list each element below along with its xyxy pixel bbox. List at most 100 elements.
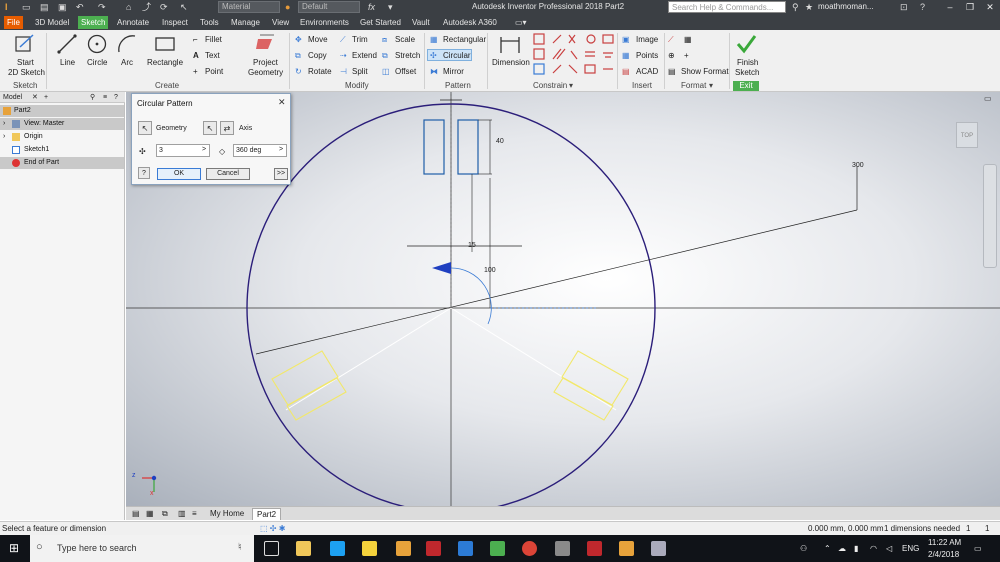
centerline-icon[interactable]: ▦ — [684, 35, 692, 44]
rectangle-label[interactable]: Rectangle — [147, 58, 183, 67]
show-format-label[interactable]: Show Format — [681, 67, 729, 76]
angle-arrow-icon[interactable]: > — [279, 146, 283, 153]
tray-cloud-icon[interactable]: ☁ — [838, 535, 846, 562]
trim-icon[interactable]: ⟋ — [340, 35, 346, 44]
count-arrow-icon[interactable]: > — [202, 146, 206, 153]
status-tools-icons[interactable]: ⬚ ✣ ✱ — [260, 522, 285, 535]
rectangle-icon[interactable] — [154, 33, 176, 55]
network-icon[interactable]: ▮ — [854, 535, 858, 562]
rectangular-pattern-icon[interactable]: ▦ — [430, 35, 438, 44]
taskbar-search-box[interactable]: Type here to search — [30, 535, 254, 562]
tab-my-home[interactable]: My Home — [206, 508, 248, 520]
image-icon[interactable]: ▣ — [622, 35, 630, 44]
arc-icon[interactable] — [116, 33, 138, 55]
circular-pattern-label[interactable]: Circular — [443, 51, 471, 60]
group-title-format[interactable]: Format — [681, 81, 706, 91]
inventor-icon[interactable] — [619, 541, 634, 556]
axis-select-icon[interactable]: ↖ — [203, 121, 217, 135]
start-sketch-label-1[interactable]: Start — [17, 58, 34, 67]
points-icon[interactable]: ▦ — [622, 51, 630, 60]
acad-icon[interactable]: ▤ — [622, 67, 630, 76]
style-combo[interactable]: Default — [298, 1, 360, 13]
constrain-dropdown-icon[interactable]: ▾ — [569, 81, 573, 91]
project-geometry-icon[interactable] — [254, 33, 276, 55]
text-icon[interactable]: A — [193, 51, 199, 60]
more-button[interactable]: >> — [274, 168, 288, 180]
group-title-create[interactable]: Create — [155, 81, 179, 91]
acad-label[interactable]: ACAD — [636, 67, 658, 76]
volume-icon[interactable]: ◁ — [886, 535, 892, 562]
mirror-label[interactable]: Mirror — [443, 67, 464, 76]
line-label[interactable]: Line — [60, 58, 75, 67]
windows-start-icon[interactable]: ⊞ — [9, 541, 19, 555]
tab-tools[interactable]: Tools — [197, 16, 222, 29]
binoculars-icon[interactable]: ⚲ — [792, 1, 799, 13]
browser-add-icon[interactable]: + — [44, 92, 48, 103]
browser-help-icon[interactable]: ? — [114, 92, 118, 103]
app-icon[interactable] — [555, 541, 570, 556]
rotate-icon[interactable]: ↻ — [295, 67, 302, 76]
geometry-select-icon[interactable]: ↖ — [138, 121, 152, 135]
ok-button[interactable]: OK — [157, 168, 201, 180]
project-geometry-label-2[interactable]: Geometry — [248, 68, 283, 77]
dimension-300[interactable]: 300 — [852, 162, 864, 169]
point-icon[interactable]: + — [193, 67, 198, 76]
tab-annotate[interactable]: Annotate — [114, 16, 152, 29]
help-icon[interactable]: ? — [138, 167, 150, 179]
language-indicator[interactable]: ENG — [902, 535, 919, 562]
viewcube[interactable]: TOP — [956, 122, 978, 148]
text-label[interactable]: Text — [205, 51, 220, 60]
copy-icon[interactable]: ⧉ — [295, 51, 301, 60]
trim-label[interactable]: Trim — [352, 35, 368, 44]
app-icon[interactable] — [490, 541, 505, 556]
rotate-label[interactable]: Rotate — [308, 67, 332, 76]
fillet-icon[interactable]: ⌐ — [193, 35, 198, 44]
clock-date[interactable]: 2/4/2018 — [928, 541, 959, 562]
maximize-icon[interactable]: ❐ — [960, 0, 980, 14]
browser-close-icon[interactable]: ✕ — [32, 92, 38, 103]
people-icon[interactable]: ⚇ — [800, 535, 807, 562]
app-icon[interactable] — [651, 541, 666, 556]
split-label[interactable]: Split — [352, 67, 368, 76]
tab-part2[interactable]: Part2 — [252, 508, 282, 520]
mirror-icon[interactable]: ⧓ — [430, 67, 438, 76]
tab-environments[interactable]: Environments — [297, 16, 352, 29]
notifications-icon[interactable]: ▭ — [974, 535, 982, 562]
inventor-logo-icon[interactable]: I — [5, 1, 8, 13]
user-name[interactable]: moathmoman... — [818, 1, 874, 13]
wifi-icon[interactable]: ◠ — [870, 535, 877, 562]
browser-menu-icon[interactable]: ≡ — [103, 92, 107, 103]
fillet-label[interactable]: Fillet — [205, 35, 222, 44]
open-icon[interactable]: ▤ — [40, 1, 49, 13]
tab-get-started[interactable]: Get Started — [357, 16, 404, 29]
point-label[interactable]: Point — [205, 67, 223, 76]
extend-label[interactable]: Extend — [352, 51, 377, 60]
close-window-icon[interactable]: ✕ — [980, 0, 1000, 14]
circle-icon[interactable] — [86, 33, 108, 55]
tab-manage[interactable]: Manage — [228, 16, 263, 29]
app-icon[interactable] — [330, 541, 345, 556]
format-dropdown-icon[interactable]: ▾ — [709, 81, 713, 91]
grid-icon[interactable]: ▦ — [142, 508, 158, 520]
offset-label[interactable]: Offset — [395, 67, 416, 76]
construction-icon[interactable]: ⟋ — [668, 35, 674, 44]
tree-item-view-master[interactable]: › View: Master — [0, 118, 124, 130]
group-title-constrain[interactable]: Constrain — [533, 81, 567, 91]
tab-inspect[interactable]: Inspect — [159, 16, 191, 29]
start-sketch-icon[interactable] — [14, 33, 36, 55]
axis-flip-icon[interactable]: ⇄ — [220, 121, 234, 135]
start-sketch-label-2[interactable]: 2D Sketch — [8, 68, 45, 77]
finish-sketch-label-1[interactable]: Finish — [737, 58, 758, 67]
image-label[interactable]: Image — [636, 35, 658, 44]
rectangular-pattern-label[interactable]: Rectangular — [443, 35, 486, 44]
expand-icon[interactable]: › — [3, 131, 5, 143]
circle-label[interactable]: Circle — [87, 58, 107, 67]
tab-expand-icon[interactable]: ▭▾ — [512, 16, 530, 29]
extend-icon[interactable]: ⇢ — [340, 51, 347, 60]
help-icon[interactable]: ? — [920, 1, 925, 13]
tree-item-end-of-part[interactable]: End of Part — [0, 157, 124, 169]
points-label[interactable]: Points — [636, 51, 658, 60]
solidworks-icon[interactable] — [426, 541, 441, 556]
redo-icon[interactable]: ↷ — [98, 1, 106, 13]
dimension-100[interactable]: 100 — [484, 267, 496, 274]
